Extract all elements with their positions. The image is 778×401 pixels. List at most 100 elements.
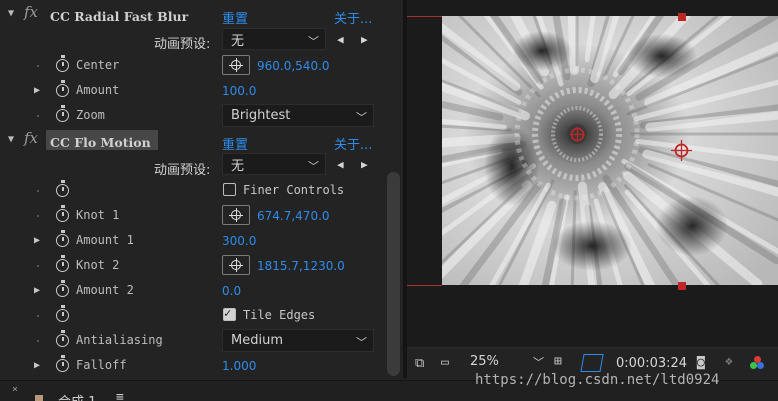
effect-2-preset-value: 无: [231, 158, 245, 174]
antialiasing-select-value: Medium: [231, 333, 283, 348]
stopwatch-icon[interactable]: [56, 105, 69, 122]
indent-dot: [37, 315, 39, 317]
indent-dot: [37, 115, 39, 117]
tile-edges-label: Tile Edges: [243, 308, 316, 322]
chevron-down-icon: ﹀: [308, 160, 319, 173]
center-point-picker-button[interactable]: [222, 55, 250, 75]
knot-crosshair-icon[interactable]: [671, 140, 692, 161]
antialiasing-select[interactable]: Medium ﹀: [222, 329, 374, 352]
effect-controls-panel: ▼ fx CC Radial Fast Blur 重置 关于... 动画预设: …: [0, 0, 404, 378]
expand-falloff-icon[interactable]: ▶: [34, 360, 40, 371]
always-preview-icon[interactable]: ⧉: [415, 356, 424, 371]
effect-2-about-link[interactable]: 关于...: [334, 134, 372, 153]
knot-1-value[interactable]: 674.7,470.0: [257, 209, 330, 223]
chevron-down-icon: ﹀: [356, 111, 367, 124]
zoom-select[interactable]: Brightest ﹀: [222, 104, 374, 127]
indent-dot: [37, 340, 39, 342]
current-time-display[interactable]: 0:00:03:24: [616, 356, 687, 371]
fx-toggle-icon[interactable]: fx: [24, 3, 38, 21]
amount-label: Amount: [76, 83, 120, 97]
comp-tab-name[interactable]: 合成 1: [58, 391, 96, 401]
stopwatch-icon[interactable]: [56, 55, 69, 72]
effect-1-name: CC Radial Fast Blur: [50, 9, 189, 24]
stopwatch-icon[interactable]: [56, 305, 69, 322]
knot-2-point-picker-button[interactable]: [222, 255, 250, 275]
collapse-effect-2-icon[interactable]: ▼: [8, 134, 14, 145]
center-label: Center: [76, 58, 120, 72]
center-value[interactable]: 960.0,540.0: [257, 59, 330, 73]
effect-1-reset-link[interactable]: 重置: [222, 8, 248, 27]
layer-handle-top[interactable]: [678, 13, 686, 21]
next-preset-icon[interactable]: ▶: [361, 158, 368, 171]
layer-handle-bottom[interactable]: [678, 282, 686, 290]
indent-dot: [37, 265, 39, 267]
camera-snapshot-icon[interactable]: ◙: [697, 355, 705, 370]
amount-value[interactable]: 100.0: [222, 84, 256, 98]
prev-preset-icon[interactable]: ◀: [337, 33, 344, 46]
color-channels-icon[interactable]: [750, 356, 764, 370]
amount-1-value[interactable]: 300.0: [222, 234, 256, 248]
tile-edges-checkbox[interactable]: [223, 306, 236, 321]
knot-2-value[interactable]: 1815.7,1230.0: [257, 259, 345, 273]
expand-amount-icon[interactable]: ▶: [34, 85, 40, 96]
zoom-select-value: Brightest: [231, 108, 291, 123]
effect-2-preset-label: 动画预设:: [154, 163, 211, 178]
indent-dot: [37, 190, 39, 192]
region-of-interest-icon[interactable]: [580, 354, 604, 372]
falloff-value[interactable]: 1.000: [222, 359, 256, 373]
center-crosshair-icon[interactable]: [569, 126, 586, 143]
stopwatch-icon[interactable]: [56, 255, 69, 272]
knot-1-label: Knot 1: [76, 208, 120, 222]
effect-2-name[interactable]: CC Flo Motion: [50, 135, 151, 150]
stopwatch-icon[interactable]: [56, 230, 69, 247]
comp-render-image[interactable]: [442, 16, 778, 285]
amount-2-value[interactable]: 0.0: [222, 284, 241, 298]
expand-amount-2-icon[interactable]: ▶: [34, 285, 40, 296]
show-snapshot-icon[interactable]: ❖: [725, 354, 733, 369]
stopwatch-icon[interactable]: [56, 205, 69, 222]
collapse-icon[interactable]: ×: [12, 384, 18, 395]
effect-2-preset-select[interactable]: 无 ﹀: [222, 153, 326, 175]
collapse-effect-1-icon[interactable]: ▼: [8, 8, 14, 19]
amount-2-label: Amount 2: [76, 283, 134, 297]
stopwatch-icon[interactable]: [56, 330, 69, 347]
monitor-icon[interactable]: ▭: [441, 355, 449, 370]
falloff-label: Falloff: [76, 358, 127, 372]
scrollbar-thumb[interactable]: [387, 172, 400, 376]
zoom-select[interactable]: 25% ﹀: [467, 354, 547, 374]
amount-1-label: Amount 1: [76, 233, 134, 247]
stopwatch-icon[interactable]: [56, 280, 69, 297]
zoom-value: 25%: [470, 354, 499, 369]
zoom-label: Zoom: [76, 108, 105, 122]
effect-1-preset-value: 无: [231, 33, 245, 49]
finer-controls-checkbox[interactable]: [223, 183, 236, 196]
grid-guides-icon[interactable]: ⊞: [554, 354, 562, 369]
chevron-down-icon: ﹀: [308, 35, 319, 48]
knot-2-label: Knot 2: [76, 258, 120, 272]
effect-1-preset-select[interactable]: 无 ﹀: [222, 28, 326, 50]
indent-dot: [37, 215, 39, 217]
finer-controls-label: Finer Controls: [243, 183, 345, 197]
knot-1-point-picker-button[interactable]: [222, 205, 250, 225]
chevron-down-icon: ﹀: [356, 336, 367, 349]
stopwatch-icon[interactable]: [56, 355, 69, 372]
effect-1-preset-label: 动画预设:: [154, 37, 211, 52]
watermark-text: https://blog.csdn.net/ltd0924: [475, 372, 720, 388]
stopwatch-icon[interactable]: [56, 80, 69, 97]
next-preset-icon[interactable]: ▶: [361, 33, 368, 46]
panel-menu-icon[interactable]: ≡: [116, 390, 124, 401]
composition-viewer[interactable]: [407, 0, 778, 347]
comp-boundary-line: [407, 285, 442, 286]
stopwatch-icon[interactable]: [56, 180, 69, 197]
effect-1-about-link[interactable]: 关于...: [334, 8, 372, 27]
fx-toggle-icon[interactable]: fx: [24, 129, 38, 147]
comp-color-label: [35, 395, 43, 401]
indent-dot: [37, 65, 39, 67]
prev-preset-icon[interactable]: ◀: [337, 158, 344, 171]
effects-scrollbar[interactable]: [384, 0, 402, 378]
expand-amount-1-icon[interactable]: ▶: [34, 235, 40, 246]
antialiasing-label: Antialiasing: [76, 333, 163, 347]
comp-boundary-line: [407, 16, 442, 17]
effect-2-reset-link[interactable]: 重置: [222, 134, 248, 153]
chevron-down-icon: ﹀: [533, 356, 544, 369]
